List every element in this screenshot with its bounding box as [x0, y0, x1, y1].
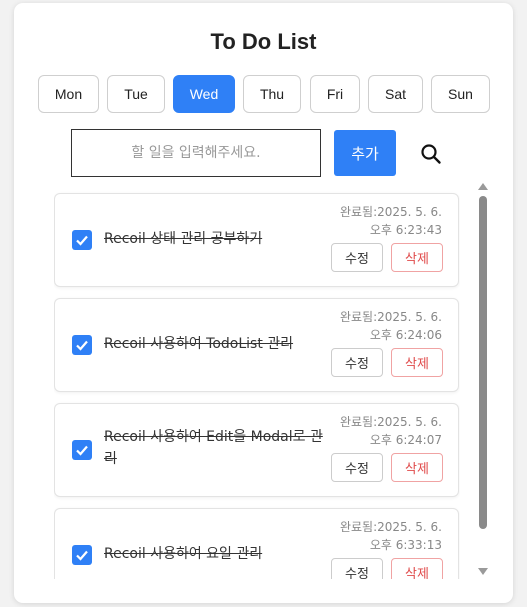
todo-text: Recoil 상태 관리 공부하기 — [104, 231, 263, 247]
completed-date-line1: 완료됨:2025. 5. 6. — [339, 520, 442, 534]
completed-date: 완료됨:2025. 5. 6. 오후 6:33:13 — [340, 518, 442, 554]
edit-button[interactable]: 수정 — [331, 453, 383, 482]
completed-date-line1: 완료됨:2025. 5. 6. — [339, 310, 442, 324]
search-icon[interactable] — [420, 143, 442, 165]
checkbox-checked[interactable] — [72, 230, 92, 250]
delete-button[interactable]: 삭제 — [391, 558, 443, 579]
day-button-mon[interactable]: Mon — [38, 75, 99, 113]
completed-date: 완료됨:2025. 5. 6. 오후 6:24:07 — [340, 413, 442, 449]
todo-item: Recoil 사용하여 요일 관리 완료됨:2025. 5. 6. 오후 6:3… — [54, 508, 459, 579]
todo-item: Recoil 사용하여 TodoList 관리 완료됨:2025. 5. 6. … — [54, 298, 459, 392]
list-scrollbar[interactable] — [476, 181, 490, 581]
check-icon — [76, 235, 88, 246]
delete-button[interactable]: 삭제 — [391, 243, 443, 272]
delete-button[interactable]: 삭제 — [391, 453, 443, 482]
day-button-tue[interactable]: Tue — [107, 75, 165, 113]
todo-item: Recoil 상태 관리 공부하기 완료됨:2025. 5. 6. 오후 6:2… — [54, 193, 459, 287]
check-icon — [76, 340, 88, 351]
add-button[interactable]: 추가 — [334, 130, 396, 176]
delete-button[interactable]: 삭제 — [391, 348, 443, 377]
day-button-sun[interactable]: Sun — [431, 75, 490, 113]
completed-date: 완료됨:2025. 5. 6. 오후 6:24:06 — [340, 308, 442, 344]
todo-app-card: To Do List Mon Tue Wed Thu Fri Sat Sun 할… — [14, 3, 513, 603]
completed-date-line1: 완료됨:2025. 5. 6. — [339, 205, 442, 219]
page-title: To Do List — [210, 29, 317, 54]
completed-date: 완료됨:2025. 5. 6. 오후 6:23:43 — [340, 203, 442, 239]
completed-date-line2: 오후 6:23:43 — [369, 223, 442, 237]
edit-button[interactable]: 수정 — [331, 558, 383, 579]
day-button-wed[interactable]: Wed — [173, 75, 235, 113]
todo-text: Recoil 사용하여 Edit을 Modal로 관리 — [104, 429, 323, 467]
todo-list: Recoil 상태 관리 공부하기 완료됨:2025. 5. 6. 오후 6:2… — [54, 191, 460, 579]
todo-input[interactable]: 할 일을 입력해주세요. — [71, 129, 321, 177]
todo-item: Recoil 사용하여 Edit을 Modal로 관리 완료됨:2025. 5.… — [54, 403, 459, 497]
edit-button[interactable]: 수정 — [331, 243, 383, 272]
scroll-thumb[interactable] — [479, 196, 487, 529]
checkbox-checked[interactable] — [72, 440, 92, 460]
day-button-fri[interactable]: Fri — [310, 75, 360, 113]
check-icon — [76, 445, 88, 456]
check-icon — [76, 550, 88, 561]
day-button-sat[interactable]: Sat — [368, 75, 423, 113]
todo-text: Recoil 사용하여 TodoList 관리 — [104, 336, 294, 352]
checkbox-checked[interactable] — [72, 545, 92, 565]
completed-date-line2: 오후 6:33:13 — [369, 538, 442, 552]
scroll-up-arrow-icon[interactable] — [478, 183, 488, 190]
edit-button[interactable]: 수정 — [331, 348, 383, 377]
completed-date-line2: 오후 6:24:06 — [369, 328, 442, 342]
todo-text: Recoil 사용하여 요일 관리 — [104, 546, 263, 562]
completed-date-line1: 완료됨:2025. 5. 6. — [339, 415, 442, 429]
scroll-down-arrow-icon[interactable] — [478, 568, 488, 575]
completed-date-line2: 오후 6:24:07 — [369, 433, 442, 447]
day-button-thu[interactable]: Thu — [243, 75, 301, 113]
checkbox-checked[interactable] — [72, 335, 92, 355]
